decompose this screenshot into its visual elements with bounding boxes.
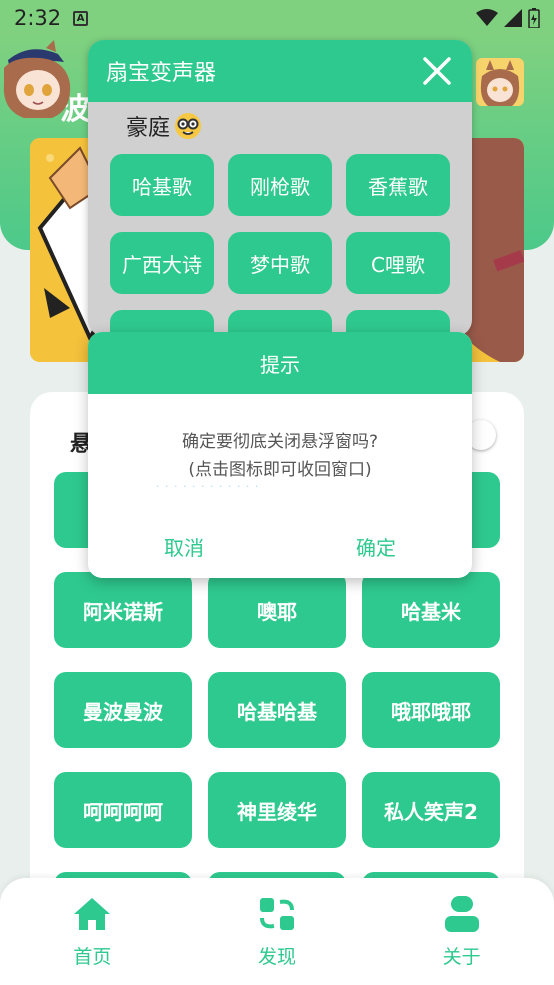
nav-item-discover[interactable]: 发现 — [185, 878, 370, 985]
sound-button[interactable]: 阿米诺斯 — [54, 572, 192, 648]
floating-window-header[interactable]: 扇宝变声器 — [88, 40, 472, 102]
nav-item-about[interactable]: 关于 — [369, 878, 554, 985]
battery-icon — [528, 8, 540, 28]
confirm-dialog: 提示 确定要彻底关闭悬浮窗吗? (点击图标即可收回窗口) · · · · · ·… — [88, 332, 472, 578]
dialog-message-line1: 确定要彻底关闭悬浮窗吗? — [181, 432, 379, 452]
sound-button[interactable]: 曼波曼波 — [54, 672, 192, 748]
notification-icon: A — [73, 10, 89, 26]
avatar-left[interactable] — [0, 40, 76, 120]
floating-sound-button[interactable]: 广西大诗 — [110, 232, 214, 294]
user-icon — [444, 896, 479, 932]
sound-button[interactable]: 呵呵呵呵 — [54, 772, 192, 848]
sound-button[interactable]: 哈基米 — [362, 572, 500, 648]
sound-button[interactable]: 神里绫华 — [208, 772, 346, 848]
sound-button[interactable]: 私人笑声2 — [362, 772, 500, 848]
floating-sound-button[interactable]: 香蕉歌 — [346, 154, 450, 216]
home-icon — [74, 898, 111, 930]
sound-button[interactable]: 哈基哈基 — [208, 672, 346, 748]
subtitle-text: 豪庭 — [126, 116, 171, 141]
cancel-button[interactable]: 取消 — [88, 532, 280, 561]
dialog-message-line2: (点击图标即可收回窗口) — [188, 460, 372, 480]
floating-sound-button[interactable]: C哩歌 — [346, 232, 450, 294]
nerd-face-icon — [175, 113, 202, 139]
floating-sound-button[interactable]: 梦中歌 — [228, 232, 332, 294]
watermark: · · · · · · · · · · · · — [156, 480, 260, 493]
floating-window-subtitle: 豪庭 — [126, 110, 202, 142]
wifi-icon — [476, 9, 498, 26]
sound-button[interactable]: 哦耶哦耶 — [362, 672, 500, 748]
avatar-right-image — [480, 60, 520, 106]
nav-label-home: 首页 — [73, 946, 112, 968]
floating-window-title: 扇宝变声器 — [106, 61, 217, 86]
floating-sound-grid: 哈基歌 刚枪歌 香蕉歌 广西大诗 梦中歌 C哩歌 — [110, 154, 450, 336]
status-bar: 2:32 A — [0, 0, 554, 36]
dialog-title: 提示 — [88, 332, 472, 394]
floating-sound-button[interactable]: 哈基歌 — [110, 154, 214, 216]
discover-icon — [260, 898, 294, 930]
bottom-nav: 首页 发现 关于 — [0, 878, 554, 985]
nav-label-discover: 发现 — [258, 946, 297, 968]
signal-icon — [504, 9, 522, 27]
status-time: 2:32 — [14, 6, 62, 30]
dialog-buttons: 取消 确定 — [88, 532, 472, 561]
confirm-button[interactable]: 确定 — [280, 532, 472, 561]
avatar-right[interactable] — [476, 58, 524, 106]
dialog-message: 确定要彻底关闭悬浮窗吗? (点击图标即可收回窗口) — [88, 428, 472, 484]
close-icon[interactable] — [420, 54, 454, 88]
sound-button[interactable]: 噢耶 — [208, 572, 346, 648]
nav-item-home[interactable]: 首页 — [0, 878, 185, 985]
floating-sound-button[interactable]: 刚枪歌 — [228, 154, 332, 216]
nav-label-about: 关于 — [442, 946, 481, 968]
floating-window[interactable]: 扇宝变声器 豪庭 哈基歌 刚枪歌 香蕉歌 广西大诗 梦中歌 C哩歌 — [88, 40, 472, 336]
